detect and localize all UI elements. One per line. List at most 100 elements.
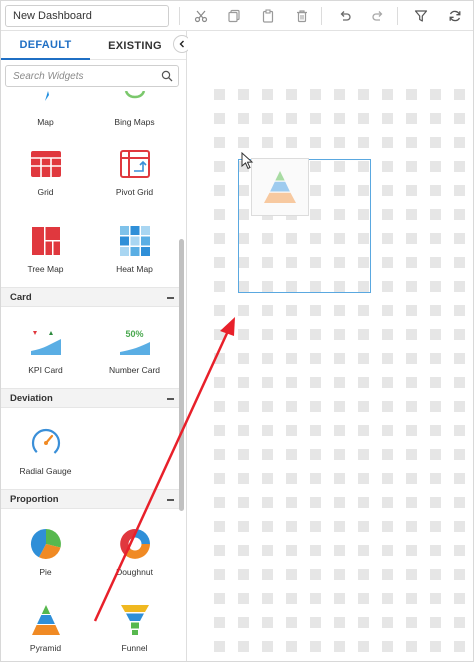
section-header-card[interactable]: Card: [1, 287, 179, 307]
canvas-grid-cell: [262, 569, 273, 580]
toolbar-divider: [179, 7, 180, 25]
canvas-grid-cell: [382, 185, 393, 196]
canvas-grid-cell: [430, 449, 441, 460]
canvas-grid-cell: [286, 449, 297, 460]
tab-existing[interactable]: EXISTING: [90, 31, 180, 60]
widget-bing-maps[interactable]: Bing Maps: [90, 91, 179, 127]
canvas-grid-cell: [382, 89, 393, 100]
canvas-grid-cell: [382, 377, 393, 388]
canvas-grid-cell: [214, 305, 225, 316]
undo-icon: [340, 11, 351, 21]
paste-icon: [262, 9, 274, 23]
canvas-grid-cell: [238, 329, 249, 340]
copy-button[interactable]: [224, 6, 244, 26]
canvas-grid-cell: [286, 521, 297, 532]
canvas-grid-cell: [430, 377, 441, 388]
canvas-grid-cell: [262, 377, 273, 388]
canvas-grid-cell: [238, 569, 249, 580]
widget-tree-map[interactable]: Tree Map: [1, 224, 90, 274]
canvas-grid-cell: [430, 329, 441, 340]
widget-pie[interactable]: Pie: [1, 527, 90, 577]
canvas-grid-cell: [358, 641, 369, 652]
dashboard-canvas[interactable]: [188, 32, 473, 661]
widget-panel: DEFAULT EXISTING Map Bing Maps: [1, 31, 187, 661]
canvas-grid-cell: [262, 641, 273, 652]
canvas-grid-cell: [358, 593, 369, 604]
canvas-grid-cell: [454, 209, 465, 220]
canvas-grid-cell: [310, 353, 321, 364]
canvas-grid-cell: [358, 305, 369, 316]
widget-pivot-grid[interactable]: Pivot Grid: [90, 147, 179, 197]
canvas-grid-cell: [406, 617, 417, 628]
redo-button[interactable]: [368, 6, 388, 26]
widget-label: Grid: [37, 187, 54, 197]
canvas-grid-cell: [262, 497, 273, 508]
widget-kpi-card[interactable]: KPI Card: [1, 325, 90, 375]
undo-button[interactable]: [335, 6, 355, 26]
search-input[interactable]: [6, 66, 156, 86]
canvas-grid-cell: [334, 89, 345, 100]
canvas-grid-cell: [262, 545, 273, 556]
tab-default[interactable]: DEFAULT: [1, 31, 90, 60]
paste-button[interactable]: [258, 6, 278, 26]
panel-scrollbar[interactable]: [179, 239, 184, 511]
canvas-grid-cell: [238, 353, 249, 364]
canvas-grid-cell: [334, 569, 345, 580]
canvas-grid-cell: [358, 569, 369, 580]
collapse-minus-icon[interactable]: [167, 398, 174, 400]
canvas-grid-cell: [334, 497, 345, 508]
canvas-grid-cell: [382, 545, 393, 556]
widget-heat-map[interactable]: Heat Map: [90, 224, 179, 274]
collapse-minus-icon[interactable]: [167, 499, 174, 501]
canvas-grid-cell: [454, 641, 465, 652]
cut-icon: [194, 10, 208, 23]
section-header-proportion[interactable]: Proportion: [1, 489, 179, 509]
canvas-grid-cell: [310, 89, 321, 100]
canvas-grid-cell: [286, 473, 297, 484]
canvas-grid-cell: [358, 521, 369, 532]
canvas-grid-cell: [214, 329, 225, 340]
canvas-grid-cell: [430, 185, 441, 196]
radial-gauge-icon: [29, 426, 63, 460]
canvas-grid-cell: [262, 473, 273, 484]
canvas-grid-cell: [238, 137, 249, 148]
canvas-grid-cell: [406, 305, 417, 316]
canvas-grid-cell: [334, 425, 345, 436]
canvas-grid-cell: [238, 377, 249, 388]
canvas-grid-cell: [430, 233, 441, 244]
canvas-grid-cell: [454, 425, 465, 436]
widget-doughnut[interactable]: Doughnut: [90, 527, 179, 577]
widget-number-card[interactable]: 50% Number Card: [90, 325, 179, 375]
canvas-grid-cell: [238, 593, 249, 604]
canvas-grid-cell: [430, 113, 441, 124]
canvas-grid-cell: [238, 545, 249, 556]
search-icon[interactable]: [161, 70, 173, 82]
filter-button[interactable]: [411, 6, 431, 26]
tree-map-icon: [29, 224, 63, 258]
canvas-grid-cell: [358, 353, 369, 364]
section-header-deviation[interactable]: Deviation: [1, 388, 179, 408]
canvas-grid-cell: [406, 185, 417, 196]
canvas-grid-cell: [310, 545, 321, 556]
canvas-grid-cell: [382, 641, 393, 652]
canvas-grid-cell: [334, 641, 345, 652]
delete-icon: [297, 10, 307, 23]
widget-pyramid[interactable]: Pyramid: [1, 603, 90, 653]
grid-icon: [29, 147, 63, 181]
refresh-button[interactable]: [445, 6, 465, 26]
canvas-grid-cell: [334, 113, 345, 124]
cut-button[interactable]: [191, 6, 211, 26]
widget-grid[interactable]: Grid: [1, 147, 90, 197]
delete-button[interactable]: [292, 6, 312, 26]
canvas-grid-cell: [310, 305, 321, 316]
canvas-grid-cell: [238, 521, 249, 532]
canvas-grid-cell: [382, 233, 393, 244]
widget-radial-gauge[interactable]: Radial Gauge: [1, 426, 90, 476]
canvas-grid-cell: [334, 449, 345, 460]
canvas-grid-cell: [286, 545, 297, 556]
canvas-grid-cell: [262, 425, 273, 436]
widget-funnel[interactable]: Funnel: [90, 603, 179, 653]
dashboard-name-input[interactable]: [5, 5, 169, 27]
widget-map[interactable]: Map: [1, 91, 90, 127]
collapse-minus-icon[interactable]: [167, 297, 174, 299]
